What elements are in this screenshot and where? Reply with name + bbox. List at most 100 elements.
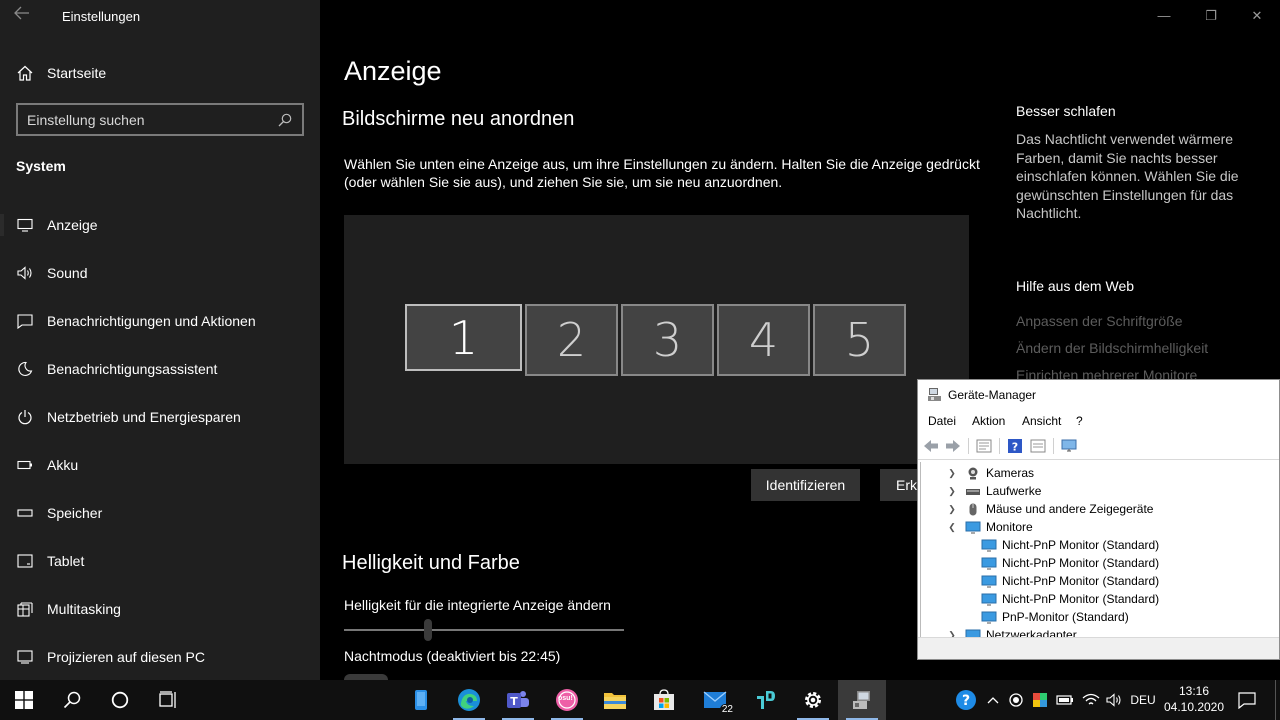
tree-item-label: Laufwerke (986, 484, 1042, 498)
close-button[interactable]: ✕ (1247, 6, 1267, 26)
tree-item-drives[interactable]: ❯ Laufwerke (947, 482, 1041, 500)
tray-battery[interactable] (1055, 680, 1075, 720)
tray-language[interactable]: DEU (1128, 680, 1158, 720)
device-manager-titlebar[interactable]: Geräte-Manager (918, 380, 1279, 410)
home-icon (16, 64, 34, 82)
tray-colors-app[interactable] (1031, 680, 1049, 720)
settings-search-box[interactable] (16, 103, 304, 136)
brightness-slider-track[interactable] (344, 629, 624, 631)
tray-overflow[interactable] (984, 680, 1002, 720)
osu-label: osu! (558, 695, 573, 702)
chevron-right-icon[interactable]: ❯ (947, 468, 957, 479)
identify-button[interactable]: Identifizieren (751, 469, 860, 501)
monitor-4[interactable]: 4 (717, 304, 810, 376)
taskbar-app-settings[interactable] (789, 680, 837, 720)
chevron-right-icon[interactable]: ❯ (947, 630, 957, 638)
search-button[interactable] (48, 680, 96, 720)
tree-item-mice[interactable]: ❯ Mäuse und andere Zeigegeräte (947, 500, 1153, 518)
sidebar-item-storage[interactable]: Speicher (0, 493, 320, 533)
back-arrow-icon[interactable] (923, 438, 939, 454)
settings-search-input[interactable] (27, 109, 267, 131)
tree-item-cameras[interactable]: ❯ Kameras (947, 464, 1034, 482)
tree-item-label: Nicht-PnP Monitor (Standard) (1002, 574, 1160, 588)
tree-item-monitor-device[interactable]: PnP-Monitor (Standard) (981, 608, 1129, 626)
show-desktop-divider[interactable] (1275, 680, 1276, 720)
sidebar-item-label: Benachrichtigungen und Aktionen (47, 313, 256, 329)
device-manager-statusbar (918, 637, 1279, 659)
monitor-icon (981, 611, 997, 623)
tree-item-monitor-device[interactable]: Nicht-PnP Monitor (Standard) (981, 536, 1159, 554)
tree-item-label: Nicht-PnP Monitor (Standard) (1002, 592, 1160, 606)
tray-clock[interactable]: 13:16 04.10.2020 (1162, 683, 1226, 715)
tree-item-label: Kameras (986, 466, 1035, 480)
taskbar-app-store[interactable] (640, 680, 688, 720)
sidebar-item-focus-assist[interactable]: Benachrichtigungsassistent (0, 349, 320, 389)
help-link-font-size[interactable]: Anpassen der Schriftgröße (1016, 313, 1183, 329)
chevron-down-icon[interactable]: ❮ (947, 522, 957, 533)
tray-help[interactable]: ? (952, 680, 980, 720)
back-button[interactable] (14, 6, 36, 26)
monitor-icon[interactable] (1061, 438, 1077, 454)
search-icon[interactable] (278, 113, 292, 127)
sidebar-item-sound[interactable]: Sound (0, 253, 320, 293)
help-link-brightness[interactable]: Ändern der Bildschirmhelligkeit (1016, 340, 1208, 356)
tray-wifi[interactable] (1080, 680, 1102, 720)
minimize-button[interactable]: — (1154, 6, 1174, 26)
monitor-1[interactable]: 1 (405, 304, 522, 371)
tree-item-monitor-device[interactable]: Nicht-PnP Monitor (Standard) (981, 572, 1159, 590)
sidebar-item-battery[interactable]: Akku (0, 445, 320, 485)
tree-item-monitor-device[interactable]: Nicht-PnP Monitor (Standard) (981, 554, 1159, 572)
home-nav-item[interactable]: Startseite (0, 53, 320, 93)
tray-volume[interactable] (1104, 680, 1126, 720)
action-center-button[interactable] (1232, 680, 1262, 720)
forward-arrow-icon[interactable] (945, 438, 961, 454)
settings-sidebar: Einstellungen Startseite System Anzeige … (0, 0, 320, 680)
arrange-description: Wählen Sie unten eine Anzeige aus, um ih… (344, 156, 980, 190)
sidebar-item-notifications[interactable]: Benachrichtigungen und Aktionen (0, 301, 320, 341)
sidebar-item-label: Sound (47, 265, 88, 281)
brightness-slider-thumb[interactable] (424, 619, 432, 641)
tree-item-monitors[interactable]: ❮ Monitore (947, 518, 1032, 536)
taskbar-app-osu[interactable]: osu! (543, 680, 591, 720)
mail-badge: 22 (719, 704, 735, 715)
tree-item-label: Nicht-PnP Monitor (Standard) (1002, 556, 1160, 570)
menu-view[interactable]: Ansicht (1022, 414, 1061, 428)
taskbar-app-edge[interactable] (445, 680, 493, 720)
chevron-right-icon[interactable]: ❯ (947, 504, 957, 515)
taskbar-app-tplink[interactable] (740, 680, 788, 720)
tree-item-network-adapters[interactable]: ❯ Netzwerkadapter (947, 626, 1077, 637)
scan-hardware-icon[interactable] (1030, 438, 1046, 454)
sidebar-item-tablet[interactable]: Tablet (0, 541, 320, 581)
properties-icon[interactable] (976, 438, 992, 454)
taskbar-app-teams[interactable]: T (494, 680, 542, 720)
taskbar-app-phone[interactable] (397, 680, 445, 720)
tablet-icon (16, 552, 34, 570)
monitor-2[interactable]: 2 (525, 304, 618, 376)
restore-button[interactable]: ❐ (1201, 6, 1221, 26)
cortana-button[interactable] (96, 680, 144, 720)
monitor-3[interactable]: 3 (621, 304, 714, 376)
power-icon (16, 408, 34, 426)
taskbar-app-mail[interactable]: 22 (691, 680, 739, 720)
tree-item-monitor-device[interactable]: Nicht-PnP Monitor (Standard) (981, 590, 1159, 608)
detect-button[interactable]: Erke (880, 469, 925, 501)
sidebar-item-display[interactable]: Anzeige (0, 205, 320, 245)
sidebar-item-power[interactable]: Netzbetrieb und Energiesparen (0, 397, 320, 437)
sidebar-item-multitasking[interactable]: Multitasking (0, 589, 320, 629)
monitor-5[interactable]: 5 (813, 304, 906, 376)
help-icon[interactable]: ? (1007, 438, 1023, 454)
menu-action[interactable]: Aktion (972, 414, 1005, 428)
taskbar-app-explorer[interactable] (591, 680, 639, 720)
menu-help[interactable]: ? (1076, 414, 1083, 428)
task-view-button[interactable] (144, 680, 192, 720)
device-tree: ❯ Kameras ❯ Laufwerke ❯ Mäuse und andere… (920, 462, 1278, 637)
chevron-right-icon[interactable]: ❯ (947, 486, 957, 497)
start-button[interactable] (0, 680, 48, 720)
moon-icon (16, 360, 34, 378)
sidebar-item-project[interactable]: Projizieren auf diesen PC (0, 637, 320, 677)
tray-record[interactable] (1007, 680, 1025, 720)
gear-icon (805, 692, 821, 708)
menu-file[interactable]: Datei (928, 414, 956, 428)
taskbar-app-device-manager[interactable] (838, 680, 886, 720)
page-title: Anzeige (344, 56, 442, 86)
